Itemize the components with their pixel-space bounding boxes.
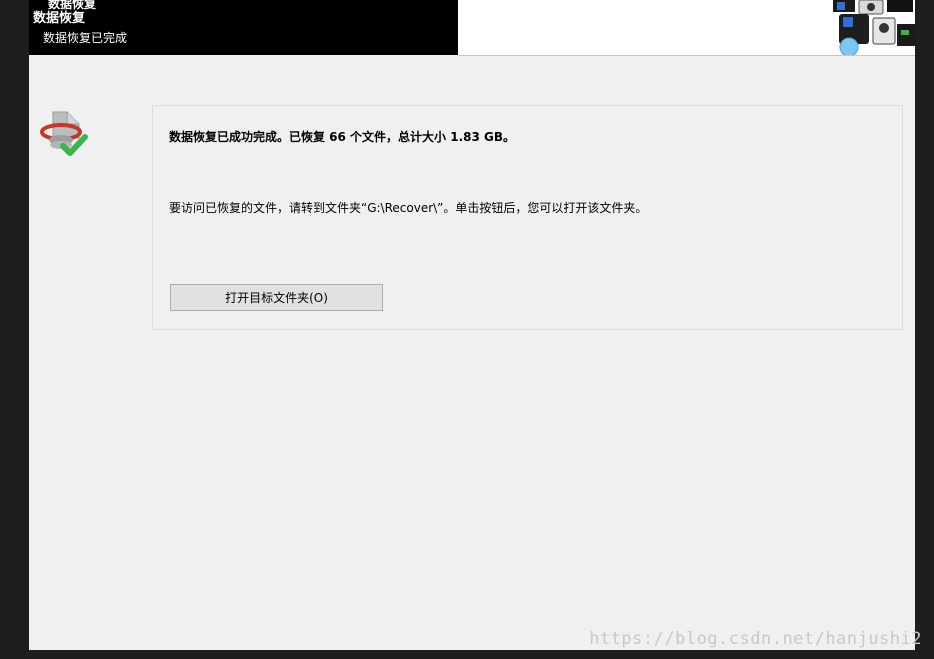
header-banner [458,0,915,56]
result-panel: 数据恢复已成功完成。已恢复 66 个文件，总计大小 1.83 GB。 要访问已恢… [152,105,903,330]
folder-instruction: 要访问已恢复的文件，请转到文件夹“G:\Recover\”。单击按钮后，您可以打… [169,201,648,215]
watermark: https://blog.csdn.net/hanjushi2 [589,629,922,649]
open-folder-button[interactable]: 打开目标文件夹(O) [170,284,383,311]
recovery-window: 数据恢复 数据恢复 数据恢复已完成 数据恢复已成功完成。已恢复 66 个文件，总… [29,0,915,650]
recovery-summary: 数据恢复已成功完成。已恢复 66 个文件，总计大小 1.83 GB。 [169,130,516,144]
header-subtitle: 数据恢复已完成 [43,31,128,45]
disk-check-icon [40,111,88,156]
devices-banner-icon [833,0,915,55]
header-title: 数据恢复 [33,11,86,26]
header: 数据恢复 数据恢复 数据恢复已完成 [29,0,458,55]
